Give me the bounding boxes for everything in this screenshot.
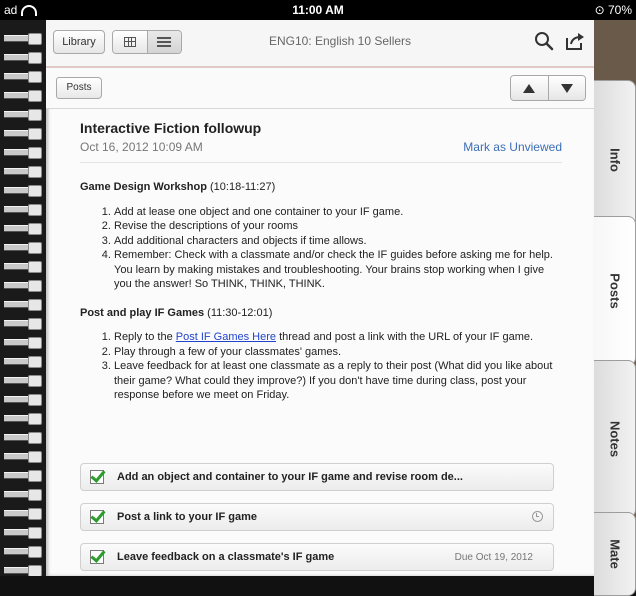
library-button[interactable]: Library: [53, 30, 105, 54]
view-toggle: [112, 30, 182, 54]
section-tabs: Info Posts Notes Mate: [594, 20, 636, 596]
post-if-games-link[interactable]: Post IF Games Here: [176, 331, 276, 343]
list-item: Reply to the Post IF Games Here thread a…: [114, 330, 562, 345]
spiral-ring: [4, 184, 42, 197]
battery-indicator: ⊙ 70%: [595, 3, 632, 17]
spiral-ring: [4, 298, 42, 311]
up-arrow-icon: [523, 83, 536, 93]
spiral-ring: [4, 222, 42, 235]
tab-materials[interactable]: Mate: [594, 512, 636, 596]
spiral-ring: [4, 355, 42, 368]
spiral-ring: [4, 51, 42, 64]
post-title: Interactive Fiction followup: [80, 120, 262, 136]
grid-icon: [123, 37, 136, 47]
tab-notes[interactable]: Notes: [594, 360, 636, 518]
list-icon: [157, 37, 172, 47]
share-icon[interactable]: [564, 31, 586, 51]
list-item-text: Reply to the: [114, 331, 176, 343]
grid-view-button[interactable]: [113, 31, 147, 53]
section-heading: Game Design Workshop (10:18-11:27): [80, 180, 562, 195]
next-post-button[interactable]: [547, 76, 585, 100]
status-bar: ad 11:00 AM ⊙ 70%: [0, 0, 636, 20]
list-item: Add additional characters and objects if…: [114, 234, 562, 249]
task-label: Add an object and container to your IF g…: [117, 471, 463, 483]
tab-label: Posts: [607, 273, 622, 309]
section-heading-text: Game Design Workshop: [80, 181, 207, 193]
post-body: Game Design Workshop (10:18-11:27) Add a…: [80, 180, 562, 417]
list-item: Add at lease one object and one containe…: [114, 205, 562, 220]
tab-posts[interactable]: Posts: [594, 216, 636, 366]
spiral-ring: [4, 89, 42, 102]
list-item-text: thread and post a link with the URL of y…: [276, 331, 534, 343]
spiral-ring: [4, 32, 42, 45]
spiral-ring: [4, 488, 42, 501]
spiral-ring: [4, 507, 42, 520]
spiral-ring: [4, 241, 42, 254]
task-label: Post a link to your IF game: [117, 511, 257, 523]
status-time: 11:00 AM: [292, 3, 344, 17]
notebook-page: Library ENG10: English 10 Sellers Posts …: [46, 20, 594, 576]
workshop-list: Add at lease one object and one containe…: [80, 205, 562, 292]
spiral-ring: [4, 545, 42, 558]
top-toolbar: Library ENG10: English 10 Sellers: [46, 20, 594, 68]
spiral-ring: [4, 127, 42, 140]
post-play-list: Reply to the Post IF Games Here thread a…: [80, 330, 562, 403]
section-heading: Post and play IF Games (11:30-12:01): [80, 306, 562, 321]
tab-label: Mate: [607, 539, 622, 569]
spiral-ring: [4, 564, 42, 576]
spiral-ring: [4, 412, 42, 425]
checkmark-icon[interactable]: [90, 550, 104, 564]
spiral-ring: [4, 393, 42, 406]
spiral-ring: [4, 165, 42, 178]
mark-as-unviewed-link[interactable]: Mark as Unviewed: [463, 140, 562, 154]
spiral-ring: [4, 70, 42, 83]
post-content: Interactive Fiction followup Oct 16, 201…: [80, 120, 562, 401]
task-item[interactable]: Add an object and container to your IF g…: [80, 463, 554, 491]
spiral-ring: [4, 374, 42, 387]
lock-rotation-icon: ⊙: [594, 3, 605, 17]
divider: [80, 162, 562, 163]
spiral-ring: [4, 336, 42, 349]
spiral-ring: [4, 279, 42, 292]
checkmark-icon[interactable]: [90, 470, 104, 484]
list-item: Remember: Check with a classmate and/or …: [114, 248, 562, 292]
task-due-date: Due Oct 19, 2012: [454, 552, 533, 563]
down-arrow-icon: [560, 83, 573, 93]
task-item[interactable]: Leave feedback on a classmate's IF game …: [80, 543, 554, 571]
spiral-ring: [4, 317, 42, 330]
spiral-ring: [4, 146, 42, 159]
spiral-ring: [4, 108, 42, 121]
list-item: Leave feedback for at least one classmat…: [114, 359, 562, 403]
spiral-ring: [4, 203, 42, 216]
course-title: ENG10: English 10 Sellers: [268, 34, 412, 48]
post-navigation: [510, 75, 586, 101]
task-label: Leave feedback on a classmate's IF game: [117, 551, 335, 563]
list-item: Revise the descriptions of your rooms: [114, 219, 562, 234]
spiral-ring: [4, 260, 42, 273]
tab-label: Info: [607, 148, 622, 172]
spiral-ring: [4, 526, 42, 539]
previous-post-button[interactable]: [511, 76, 548, 100]
search-icon[interactable]: [534, 31, 554, 51]
list-view-button[interactable]: [146, 31, 181, 53]
spiral-ring: [4, 450, 42, 463]
section-time: (11:30-12:01): [207, 306, 273, 319]
clock-icon: [532, 511, 543, 522]
tab-label: Notes: [607, 420, 622, 458]
spiral-ring: [4, 469, 42, 482]
battery-percent: 70%: [607, 3, 632, 17]
task-item[interactable]: Post a link to your IF game: [80, 503, 554, 531]
section-time: (10:18-11:27): [210, 181, 276, 193]
list-item: Play through a few of your classmates' g…: [114, 345, 562, 360]
section-heading-text: Post and play IF Games: [80, 306, 205, 319]
sub-toolbar: Posts: [46, 68, 594, 109]
checkmark-icon[interactable]: [90, 510, 104, 524]
posts-back-button[interactable]: Posts: [56, 77, 102, 99]
spiral-ring: [4, 431, 42, 444]
spiral-binding: [0, 20, 46, 576]
